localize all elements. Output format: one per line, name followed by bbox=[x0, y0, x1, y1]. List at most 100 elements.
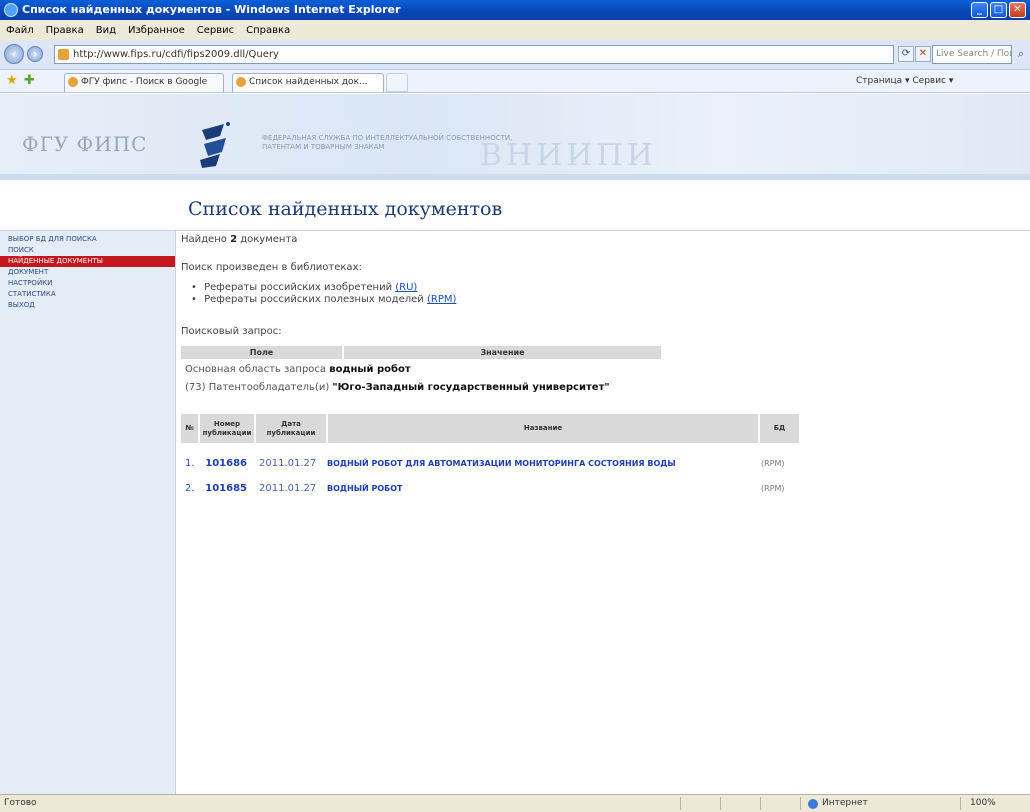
window-titlebar: Список найденных документов - Windows In… bbox=[0, 0, 1030, 20]
security-zone[interactable]: Интернет bbox=[808, 795, 868, 812]
header-caption-line1: Федеральная служба по интеллектуальной с… bbox=[262, 134, 513, 142]
sidebar-item-exit[interactable]: выход bbox=[0, 300, 175, 311]
header-caption: Федеральная служба по интеллектуальной с… bbox=[262, 134, 512, 152]
web-page: ФГУ ФИПС Федеральная служба по интеллект… bbox=[0, 94, 1030, 794]
status-divider bbox=[720, 797, 721, 810]
row-number: 1. bbox=[185, 458, 195, 469]
sidebar: выбор БД для поиска поиск найденные доку… bbox=[0, 231, 176, 794]
menu-view[interactable]: Вид bbox=[96, 25, 116, 36]
menu-edit[interactable]: Правка bbox=[46, 25, 84, 36]
pub-number-link[interactable]: 101685 bbox=[199, 476, 255, 501]
favorites-star-icon[interactable]: ★ bbox=[6, 73, 18, 88]
col-header-db: БД bbox=[758, 414, 799, 443]
library-name: Рефераты российских изобретений bbox=[204, 282, 393, 293]
menu-file[interactable]: Файл bbox=[6, 25, 34, 36]
forward-button[interactable]: › bbox=[27, 46, 43, 62]
found-prefix: Найдено bbox=[181, 234, 227, 245]
library-item: Рефераты российских полезных моделей (RP… bbox=[191, 294, 456, 306]
url-input[interactable]: http://www.fips.ru/cdfi/fips2009.dll/Que… bbox=[54, 45, 894, 64]
pub-date: 2011.01.27 bbox=[259, 458, 317, 469]
pub-number-link[interactable]: 101686 bbox=[199, 451, 255, 476]
window-title: Список найденных документов - Windows In… bbox=[22, 3, 401, 16]
col-header-pub-date: Дата публикации bbox=[254, 414, 327, 443]
menu-help[interactable]: Справка bbox=[246, 25, 290, 36]
tab-google[interactable]: ФГУ фипс - Поиск в Google bbox=[64, 73, 224, 92]
results-header-row: № Номер публикации Дата публикации Назва… bbox=[181, 414, 799, 443]
close-button[interactable]: ✕ bbox=[1009, 2, 1026, 18]
search-icon[interactable]: ⌕ bbox=[1013, 45, 1029, 64]
tab-results-label: Список найденных док... bbox=[249, 77, 368, 87]
status-divider bbox=[800, 797, 801, 810]
status-divider bbox=[760, 797, 761, 810]
query-line: (73) Патентообладатель(и) "Юго-Западный … bbox=[185, 382, 610, 393]
db-code: (RPM) bbox=[761, 459, 785, 468]
sidebar-item-settings[interactable]: настройки bbox=[0, 278, 175, 289]
query-line-label: (73) Патентообладатель(и) bbox=[185, 382, 330, 393]
found-suffix: документа bbox=[240, 234, 298, 245]
new-tab-button[interactable] bbox=[386, 73, 408, 92]
add-favorite-icon[interactable]: ✚ bbox=[24, 73, 35, 88]
menu-favorites[interactable]: Избранное bbox=[128, 25, 185, 36]
tab-results[interactable]: Список найденных док... bbox=[232, 73, 384, 92]
library-item: Рефераты российских изобретений (RU) bbox=[191, 282, 456, 294]
col-header-pub-number: Номер публикации bbox=[198, 414, 255, 443]
query-line-value: водный робот bbox=[329, 364, 411, 375]
zoom-level[interactable]: 100% bbox=[970, 795, 996, 812]
page-title: Список найденных документов bbox=[188, 198, 503, 220]
sidebar-item-statistics[interactable]: статистика bbox=[0, 289, 175, 300]
status-divider bbox=[960, 797, 961, 810]
results-table: № Номер публикации Дата публикации Назва… bbox=[181, 414, 799, 501]
query-line: Основная область запроса водный робот bbox=[185, 364, 411, 375]
sidebar-item-select-db[interactable]: выбор БД для поиска bbox=[0, 234, 175, 245]
back-button[interactable]: ‹ bbox=[4, 44, 24, 64]
query-header-value: Значение bbox=[342, 346, 661, 359]
status-text: Готово bbox=[4, 798, 37, 808]
sidebar-item-found-documents[interactable]: найденные документы bbox=[0, 256, 175, 267]
tab-favicon bbox=[68, 77, 78, 87]
sidebar-item-document[interactable]: документ bbox=[0, 267, 175, 278]
table-row: 2. 101685 2011.01.27 Водный робот (RPM) bbox=[181, 476, 799, 501]
tab-favicon bbox=[236, 77, 246, 87]
found-count-line: Найдено 2 документа bbox=[181, 234, 297, 245]
library-code-link[interactable]: (RU) bbox=[395, 282, 417, 293]
ie-icon bbox=[4, 3, 18, 17]
query-line-value: "Юго-Западный государственный университе… bbox=[332, 382, 610, 393]
row-number: 2. bbox=[185, 483, 195, 494]
col-header-title: Название bbox=[326, 414, 759, 443]
library-name: Рефераты российских полезных моделей bbox=[204, 294, 424, 305]
document-title-link[interactable]: Водный робот для автоматизации мониторин… bbox=[327, 459, 676, 468]
menu-tools[interactable]: Сервис bbox=[197, 25, 234, 36]
site-logo[interactable]: ФГУ ФИПС bbox=[22, 132, 147, 156]
menu-bar: Файл Правка Вид Избранное Сервис Справка bbox=[0, 20, 1030, 40]
col-header-no: № bbox=[181, 414, 199, 443]
document-title-link[interactable]: Водный робот bbox=[327, 484, 403, 493]
maximize-button[interactable]: □ bbox=[990, 2, 1007, 18]
tab-google-label: ФГУ фипс - Поиск в Google bbox=[81, 77, 208, 87]
query-header-field: Поле bbox=[181, 346, 343, 359]
status-divider bbox=[680, 797, 681, 810]
libraries-list: Рефераты российских изобретений (RU) Реф… bbox=[191, 282, 456, 306]
stop-icon[interactable]: ✕ bbox=[915, 46, 931, 62]
refresh-icon[interactable]: ⟳ bbox=[898, 46, 914, 62]
url-text: http://www.fips.ru/cdfi/fips2009.dll/Que… bbox=[73, 49, 279, 60]
query-table-header: Поле Значение bbox=[181, 346, 661, 359]
minimize-button[interactable]: _ bbox=[971, 2, 988, 18]
query-label: Поисковый запрос: bbox=[181, 326, 282, 337]
command-bar[interactable]: Страница ▾ Сервис ▾ bbox=[856, 74, 1026, 89]
header-caption-line2: патентам и товарным знакам bbox=[262, 143, 385, 151]
table-row: 1. 101686 2011.01.27 Водный робот для ав… bbox=[181, 451, 799, 476]
libraries-label: Поиск произведен в библиотеках: bbox=[181, 262, 362, 273]
emblem-icon bbox=[200, 122, 230, 168]
site-header: ФГУ ФИПС Федеральная служба по интеллект… bbox=[0, 94, 1030, 174]
sidebar-menu: выбор БД для поиска поиск найденные доку… bbox=[0, 231, 175, 311]
header-divider bbox=[0, 174, 1030, 180]
sidebar-item-search[interactable]: поиск bbox=[0, 245, 175, 256]
status-bar: Готово Интернет 100% bbox=[0, 794, 1030, 812]
library-code-link[interactable]: (RPM) bbox=[427, 294, 456, 305]
tabs-bar: ★ ✚ ФГУ фипс - Поиск в Google Список най… bbox=[0, 70, 1030, 93]
found-count: 2 bbox=[230, 234, 238, 245]
search-input[interactable]: Live Search / Поиск в Интернете bbox=[932, 45, 1012, 64]
window-controls: _ □ ✕ bbox=[971, 2, 1026, 18]
db-code: (RPM) bbox=[761, 484, 785, 493]
address-bar: ‹ › http://www.fips.ru/cdfi/fips2009.dll… bbox=[0, 40, 1030, 70]
